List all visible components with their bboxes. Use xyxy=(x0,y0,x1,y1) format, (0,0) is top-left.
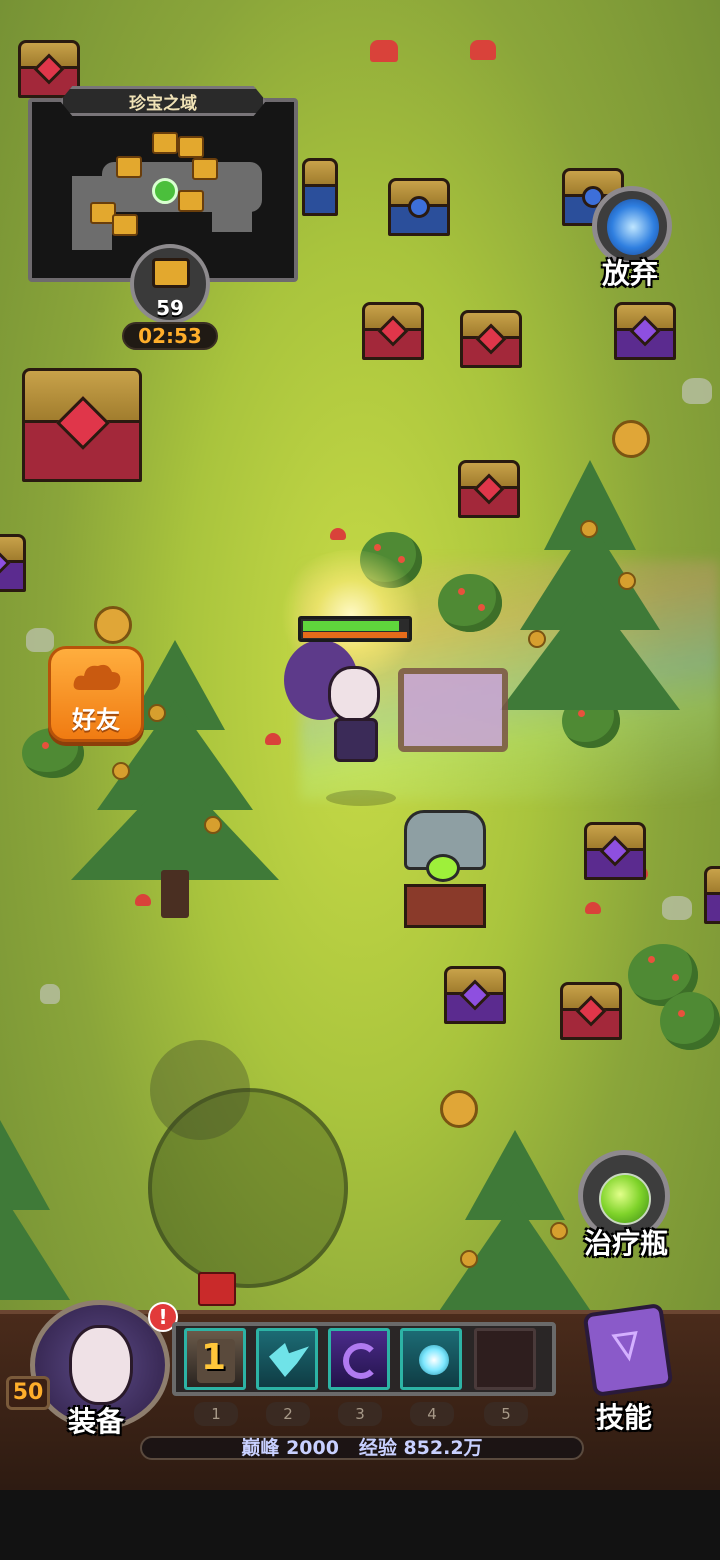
cloud-icon xyxy=(73,664,121,690)
equipment-label[interactable]: 装备 xyxy=(46,1400,146,1440)
hud-footer xyxy=(0,1490,720,1560)
christmas-tree xyxy=(500,420,680,740)
purple-treasure-chest[interactable] xyxy=(580,822,650,884)
virtual-joystick-knob[interactable] xyxy=(150,1040,250,1140)
red-treasure-chest[interactable] xyxy=(456,310,526,372)
minimap-chest-icon xyxy=(116,156,142,178)
skill-slot-3[interactable] xyxy=(328,1328,390,1390)
berry-bush xyxy=(438,574,502,632)
minimap-chest-icon xyxy=(178,190,204,212)
peak-label: 巅峰 xyxy=(241,1437,280,1459)
game-field: 珍宝之域 59 02:53 放弃 好友 治疗瓶 50 ! 装备 1 1 2 3 … xyxy=(0,0,720,1560)
slot-number-2: 2 xyxy=(266,1402,310,1426)
skills-label[interactable]: 技能 xyxy=(576,1396,672,1436)
map-title: 珍宝之域 xyxy=(129,94,197,114)
rock xyxy=(40,984,60,1004)
chests-remaining-count: 59 xyxy=(156,296,184,320)
chest-icon xyxy=(152,258,190,288)
buff-status-icon xyxy=(198,1272,236,1306)
hero-shield-fill xyxy=(303,632,407,638)
purple-treasure-chest[interactable] xyxy=(440,966,510,1028)
exp-value: 852.2万 xyxy=(403,1437,483,1459)
rock xyxy=(26,628,54,652)
slot-number-5: 5 xyxy=(484,1402,528,1426)
spellbook-icon[interactable] xyxy=(576,1300,680,1400)
slot-number-3: 3 xyxy=(338,1402,382,1426)
minimap-player-marker xyxy=(152,178,178,204)
mimic-chest-monster[interactable] xyxy=(400,810,490,930)
skill-slot-1[interactable]: 1 xyxy=(184,1328,246,1390)
berry-bush xyxy=(660,992,720,1050)
countdown-timer: 02:53 xyxy=(138,324,202,348)
orb-skill-icon xyxy=(419,1345,449,1375)
skill-slot-5[interactable] xyxy=(474,1328,536,1390)
abandon-label: 放弃 xyxy=(601,257,658,290)
minimap-chest-icon xyxy=(192,158,218,180)
skill-slot-1-badge: 1 xyxy=(201,1337,227,1378)
rock xyxy=(662,896,692,920)
skill-slot-2[interactable] xyxy=(256,1328,318,1390)
minimap-chest-icon xyxy=(152,132,178,154)
hero-health-bar xyxy=(298,616,412,642)
christmas-tree xyxy=(0,1110,70,1310)
red-treasure-chest[interactable] xyxy=(454,460,524,522)
blue-treasure-chest[interactable] xyxy=(384,178,454,240)
purple-treasure-chest[interactable] xyxy=(0,534,30,596)
slot-number-4: 4 xyxy=(410,1402,454,1426)
shadow-swirl-skill-icon xyxy=(343,1343,379,1379)
blue-treasure-chest[interactable] xyxy=(298,158,338,220)
slot-number-1: 1 xyxy=(194,1402,238,1426)
red-treasure-chest[interactable] xyxy=(556,982,626,1044)
eagle-skill-icon xyxy=(269,1343,309,1377)
friends-label: 好友 xyxy=(72,706,120,734)
purple-treasure-chest[interactable] xyxy=(700,866,720,928)
skill-slot-4[interactable] xyxy=(400,1328,462,1390)
mushroom xyxy=(470,40,496,60)
purple-treasure-chest[interactable] xyxy=(610,302,680,364)
green-potion-icon xyxy=(599,1173,651,1225)
red-treasure-chest[interactable] xyxy=(358,302,428,364)
exp-label: 经验 xyxy=(358,1437,397,1459)
mushroom xyxy=(585,902,601,914)
rock xyxy=(682,378,712,404)
mushroom xyxy=(370,40,398,62)
healing-potion-label: 治疗瓶 xyxy=(583,1227,668,1260)
portal-swirl-icon xyxy=(607,199,659,255)
peak-value: 2000 xyxy=(286,1437,339,1459)
player-level-badge: 50 xyxy=(6,1376,50,1410)
hero-health-fill xyxy=(303,621,399,631)
experience-text: 巅峰 2000 经验 852.2万 xyxy=(140,1436,584,1460)
minimap-chest-icon xyxy=(112,214,138,236)
mushroom xyxy=(330,528,346,540)
minimap-chest-icon xyxy=(178,136,204,158)
large-red-treasure-chest[interactable] xyxy=(18,368,148,486)
